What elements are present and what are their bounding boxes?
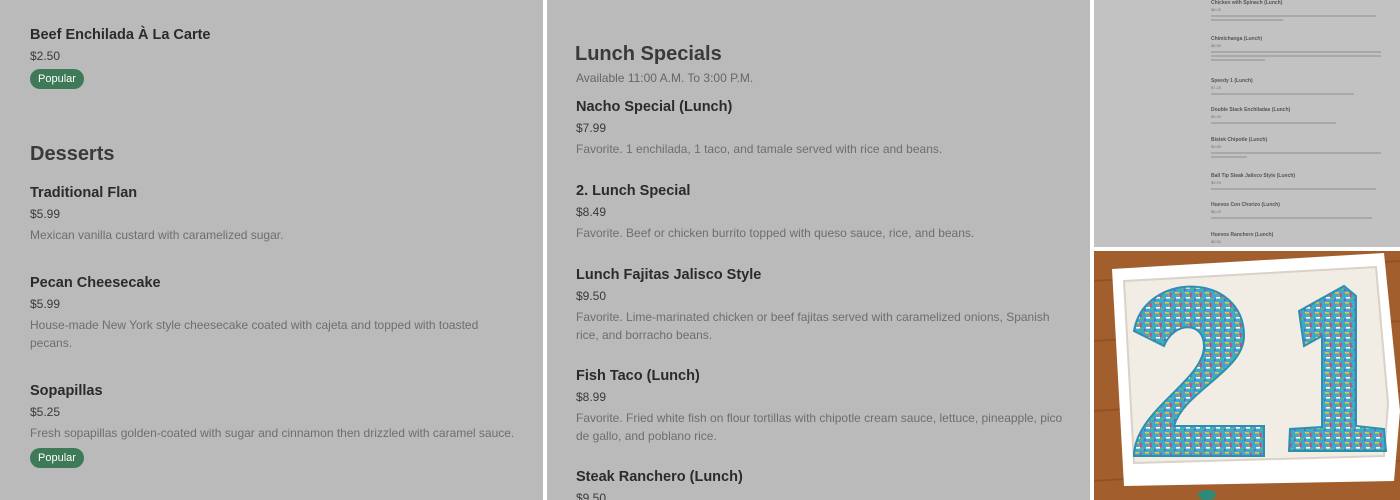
preview-item-lines <box>1211 217 1390 219</box>
menu-item-beef-enchilada[interactable]: Beef Enchilada À La Carte $2.50 Popular <box>30 26 521 89</box>
preview-item-price: $9.49 <box>1211 114 1222 119</box>
item-name: Steak Ranchero (Lunch) <box>576 469 743 485</box>
item-name: Sopapillas <box>30 383 103 399</box>
preview-item-price: $7.25 <box>1211 85 1222 90</box>
item-name: Traditional Flan <box>30 185 138 201</box>
item-name: Lunch Fajitas Jalisco Style <box>576 267 762 283</box>
item-price: $8.99 <box>576 390 607 404</box>
preview-item-name: Huevos Con Chorizo (Lunch) <box>1211 202 1280 208</box>
item-price: $9.50 <box>576 491 607 500</box>
preview-item-price: $8.50 <box>1211 239 1222 244</box>
menu-item-pecan-cheesecake[interactable]: Pecan Cheesecake $5.99 House-made New Yo… <box>30 274 521 352</box>
menu-preview-thumbnail[interactable]: Chicken with Spinach (Lunch) $8.25 Chimi… <box>1094 0 1400 247</box>
menu-item-lunch-special-2[interactable]: 2. Lunch Special $8.49 Favorite. Beef or… <box>576 182 1066 243</box>
item-price: $5.99 <box>30 297 61 311</box>
section-title-desserts: Desserts <box>30 143 115 165</box>
menu-item-nacho-special[interactable]: Nacho Special (Lunch) $7.99 Favorite. 1 … <box>576 98 1066 159</box>
item-price: $9.50 <box>576 289 607 303</box>
item-name: Fish Taco (Lunch) <box>576 368 700 384</box>
preview-item: Ball Tip Steak Jalisco Style (Lunch) $9.… <box>1211 173 1390 192</box>
item-name: Beef Enchilada À La Carte <box>30 27 211 43</box>
preview-item-lines <box>1211 152 1390 158</box>
preview-item-price: $8.25 <box>1211 209 1222 214</box>
section-subtitle: Available 11:00 A.M. To 3:00 P.M. <box>576 71 754 85</box>
preview-item-lines <box>1211 188 1390 190</box>
item-name: Pecan Cheesecake <box>30 275 161 291</box>
preview-item-price: $9.99 <box>1211 144 1222 149</box>
item-description: Fresh sopapillas golden-coated with suga… <box>30 426 515 440</box>
item-name: Nacho Special (Lunch) <box>576 99 733 115</box>
preview-item: Bistek Chipotle (Lunch) $9.99 <box>1211 137 1390 158</box>
preview-item-price: $9.99 <box>1211 180 1222 185</box>
preview-item: Chimichanga (Lunch) $8.99 <box>1211 36 1390 61</box>
menu-item-flan[interactable]: Traditional Flan $5.99 Mexican vanilla c… <box>30 184 521 245</box>
item-description: Favorite. Fried white fish on flour tort… <box>576 411 1063 443</box>
item-name: 2. Lunch Special <box>576 183 691 199</box>
preview-item-name: Ball Tip Steak Jalisco Style (Lunch) <box>1211 173 1296 179</box>
preview-item-name: Bistek Chipotle (Lunch) <box>1211 137 1268 143</box>
preview-item-name: Chimichanga (Lunch) <box>1211 36 1263 42</box>
preview-item-lines <box>1211 122 1390 124</box>
menu-panel-desserts: Beef Enchilada À La Carte $2.50 Popular … <box>0 0 543 500</box>
preview-item-name: Double Stack Enchiladas (Lunch) <box>1211 107 1291 113</box>
preview-item: Huevos Con Chorizo (Lunch) $8.25 <box>1211 202 1390 221</box>
popular-badge: Popular <box>30 447 84 468</box>
preview-item: Huevos Ranchero (Lunch) $8.50 <box>1211 232 1390 245</box>
item-description: House-made New York style cheesecake coa… <box>30 318 479 350</box>
sprinkle-cake-21-photo-icon <box>1094 251 1400 500</box>
preview-item: Speedy 1 (Lunch) $7.25 <box>1211 78 1390 97</box>
preview-item-lines <box>1211 51 1390 61</box>
item-description: Favorite. Beef or chicken burrito topped… <box>576 226 975 240</box>
section-title-lunch-specials: Lunch Specials <box>575 43 722 65</box>
preview-item-price: $8.25 <box>1211 7 1222 12</box>
item-description: Favorite. Lime-marinated chicken or beef… <box>576 310 1050 342</box>
menu-item-fish-taco[interactable]: Fish Taco (Lunch) $8.99 Favorite. Fried … <box>576 367 1066 445</box>
item-price: $5.99 <box>30 207 61 221</box>
preview-item-name: Huevos Ranchero (Lunch) <box>1211 232 1274 238</box>
preview-item: Double Stack Enchiladas (Lunch) $9.49 <box>1211 107 1390 126</box>
menu-item-sopapillas[interactable]: Sopapillas $5.25 Fresh sopapillas golden… <box>30 382 521 468</box>
menu-item-steak-ranchero[interactable]: Steak Ranchero (Lunch) $9.50 <box>576 468 1066 500</box>
item-price: $8.49 <box>576 205 607 219</box>
preview-item: Chicken with Spinach (Lunch) $8.25 <box>1211 0 1390 21</box>
preview-item-lines <box>1211 93 1390 95</box>
menu-panel-lunch-specials: Lunch Specials Available 11:00 A.M. To 3… <box>547 0 1090 500</box>
item-price: $2.50 <box>30 49 61 63</box>
preview-item-name: Chicken with Spinach (Lunch) <box>1211 0 1283 6</box>
preview-item-price: $8.99 <box>1211 43 1222 48</box>
sprinkle-cake-photo[interactable] <box>1094 251 1400 500</box>
preview-item-name: Speedy 1 (Lunch) <box>1211 78 1253 84</box>
item-price: $5.25 <box>30 405 61 419</box>
popular-badge: Popular <box>30 69 84 89</box>
item-price: $7.99 <box>576 121 607 135</box>
item-description: Favorite. 1 enchilada, 1 taco, and tamal… <box>576 142 943 156</box>
preview-item-lines <box>1211 15 1390 21</box>
item-description: Mexican vanilla custard with caramelized… <box>30 228 284 242</box>
menu-item-lunch-fajitas[interactable]: Lunch Fajitas Jalisco Style $9.50 Favori… <box>576 266 1066 344</box>
